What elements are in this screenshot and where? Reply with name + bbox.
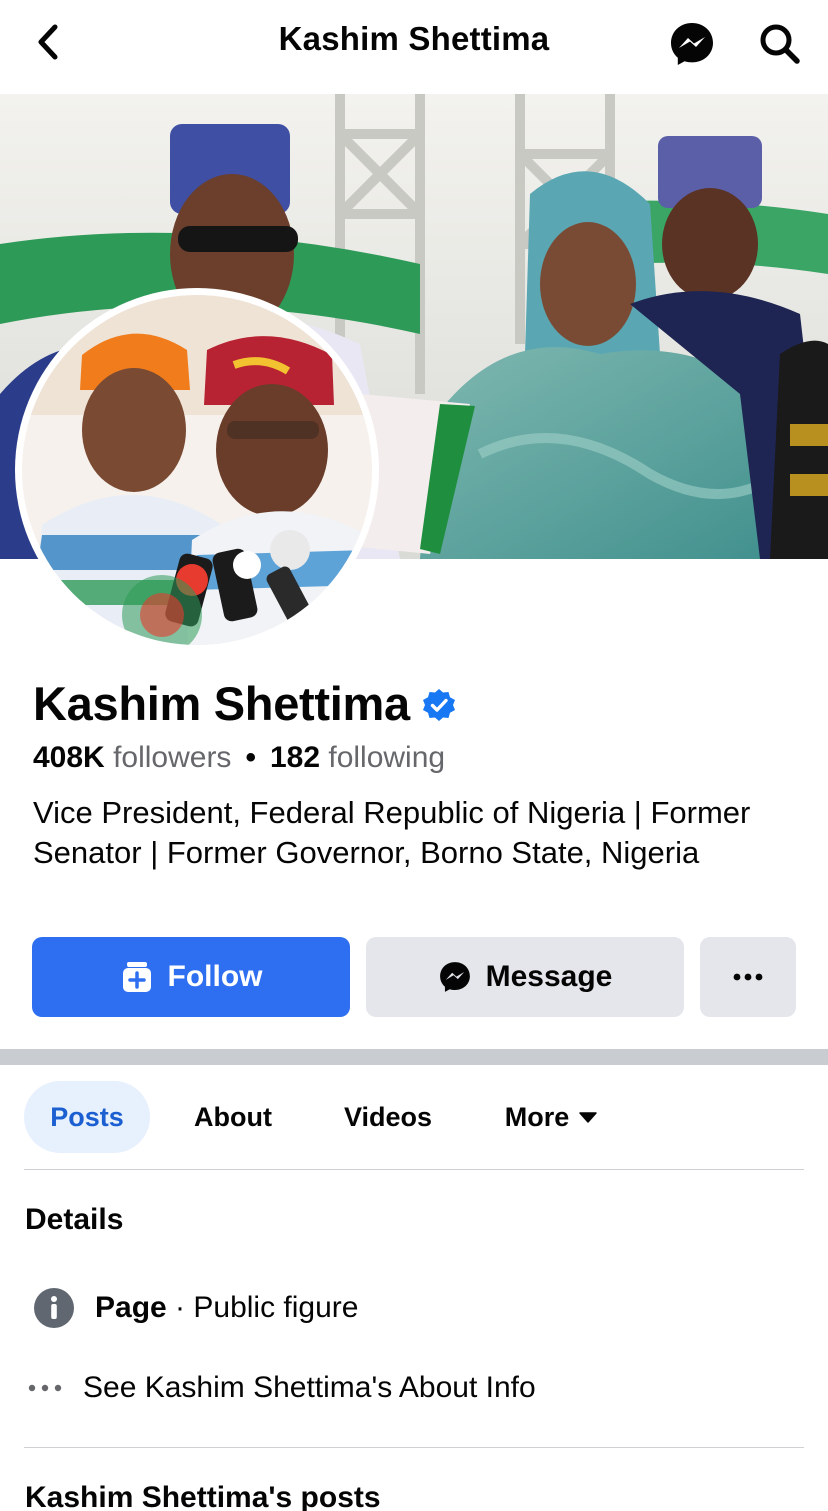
tab-more-label: More bbox=[504, 1101, 570, 1132]
tab-more[interactable]: More bbox=[486, 1081, 616, 1153]
follow-page-icon bbox=[122, 962, 151, 992]
section-divider bbox=[0, 1049, 828, 1065]
follow-button[interactable]: Follow bbox=[32, 937, 350, 1017]
messenger-icon bbox=[439, 962, 470, 992]
messenger-icon bbox=[671, 23, 713, 65]
about-info-link[interactable]: See Kashim Shettima's About Info bbox=[83, 1371, 536, 1405]
top-bar: Kashim Shettima bbox=[0, 0, 828, 94]
profile-tabs: Posts About Videos More bbox=[24, 1081, 804, 1153]
message-label: Message bbox=[485, 960, 613, 993]
posts-heading: Kashim Shettima's posts bbox=[25, 1481, 381, 1511]
more-options-button[interactable] bbox=[700, 937, 796, 1017]
more-dots-icon bbox=[733, 973, 763, 981]
tab-posts[interactable]: Posts bbox=[24, 1081, 150, 1153]
avatar[interactable] bbox=[22, 295, 372, 645]
stats-separator: • bbox=[245, 741, 256, 774]
profile-name: Kashim Shettima bbox=[33, 676, 410, 730]
message-button[interactable]: Message bbox=[366, 937, 684, 1017]
followers-count[interactable]: 408K bbox=[33, 741, 105, 774]
caret-down-icon bbox=[579, 1112, 597, 1123]
following-count[interactable]: 182 bbox=[270, 741, 320, 774]
page-category: · Public figure bbox=[166, 1291, 359, 1324]
profile-page: Kashim Shettima Kashim Shettima 408K fol… bbox=[0, 0, 828, 1511]
more-dots-icon bbox=[28, 1384, 62, 1392]
followers-label[interactable]: followers bbox=[113, 741, 231, 774]
follow-label: Follow bbox=[167, 960, 263, 993]
follow-stats: 408K followers • 182 following bbox=[33, 741, 445, 775]
info-icon bbox=[34, 1288, 74, 1328]
profile-bio: Vice President, Federal Republic of Nige… bbox=[33, 795, 751, 870]
messenger-button[interactable] bbox=[666, 18, 718, 70]
details-heading: Details bbox=[25, 1203, 124, 1236]
details-divider bbox=[24, 1447, 804, 1448]
search-button[interactable] bbox=[754, 18, 806, 70]
search-icon bbox=[760, 24, 800, 64]
following-label[interactable]: following bbox=[328, 741, 445, 774]
tab-about[interactable]: About bbox=[174, 1081, 292, 1153]
page-label: Page bbox=[95, 1291, 167, 1324]
tab-videos[interactable]: Videos bbox=[326, 1081, 450, 1153]
tabs-divider bbox=[24, 1169, 804, 1170]
profile-name-row: Kashim Shettima bbox=[33, 673, 456, 733]
detail-page-category: Page · Public figure bbox=[25, 1283, 805, 1333]
detail-about-link[interactable]: See Kashim Shettima's About Info bbox=[25, 1363, 805, 1413]
verified-badge-icon bbox=[422, 689, 455, 721]
